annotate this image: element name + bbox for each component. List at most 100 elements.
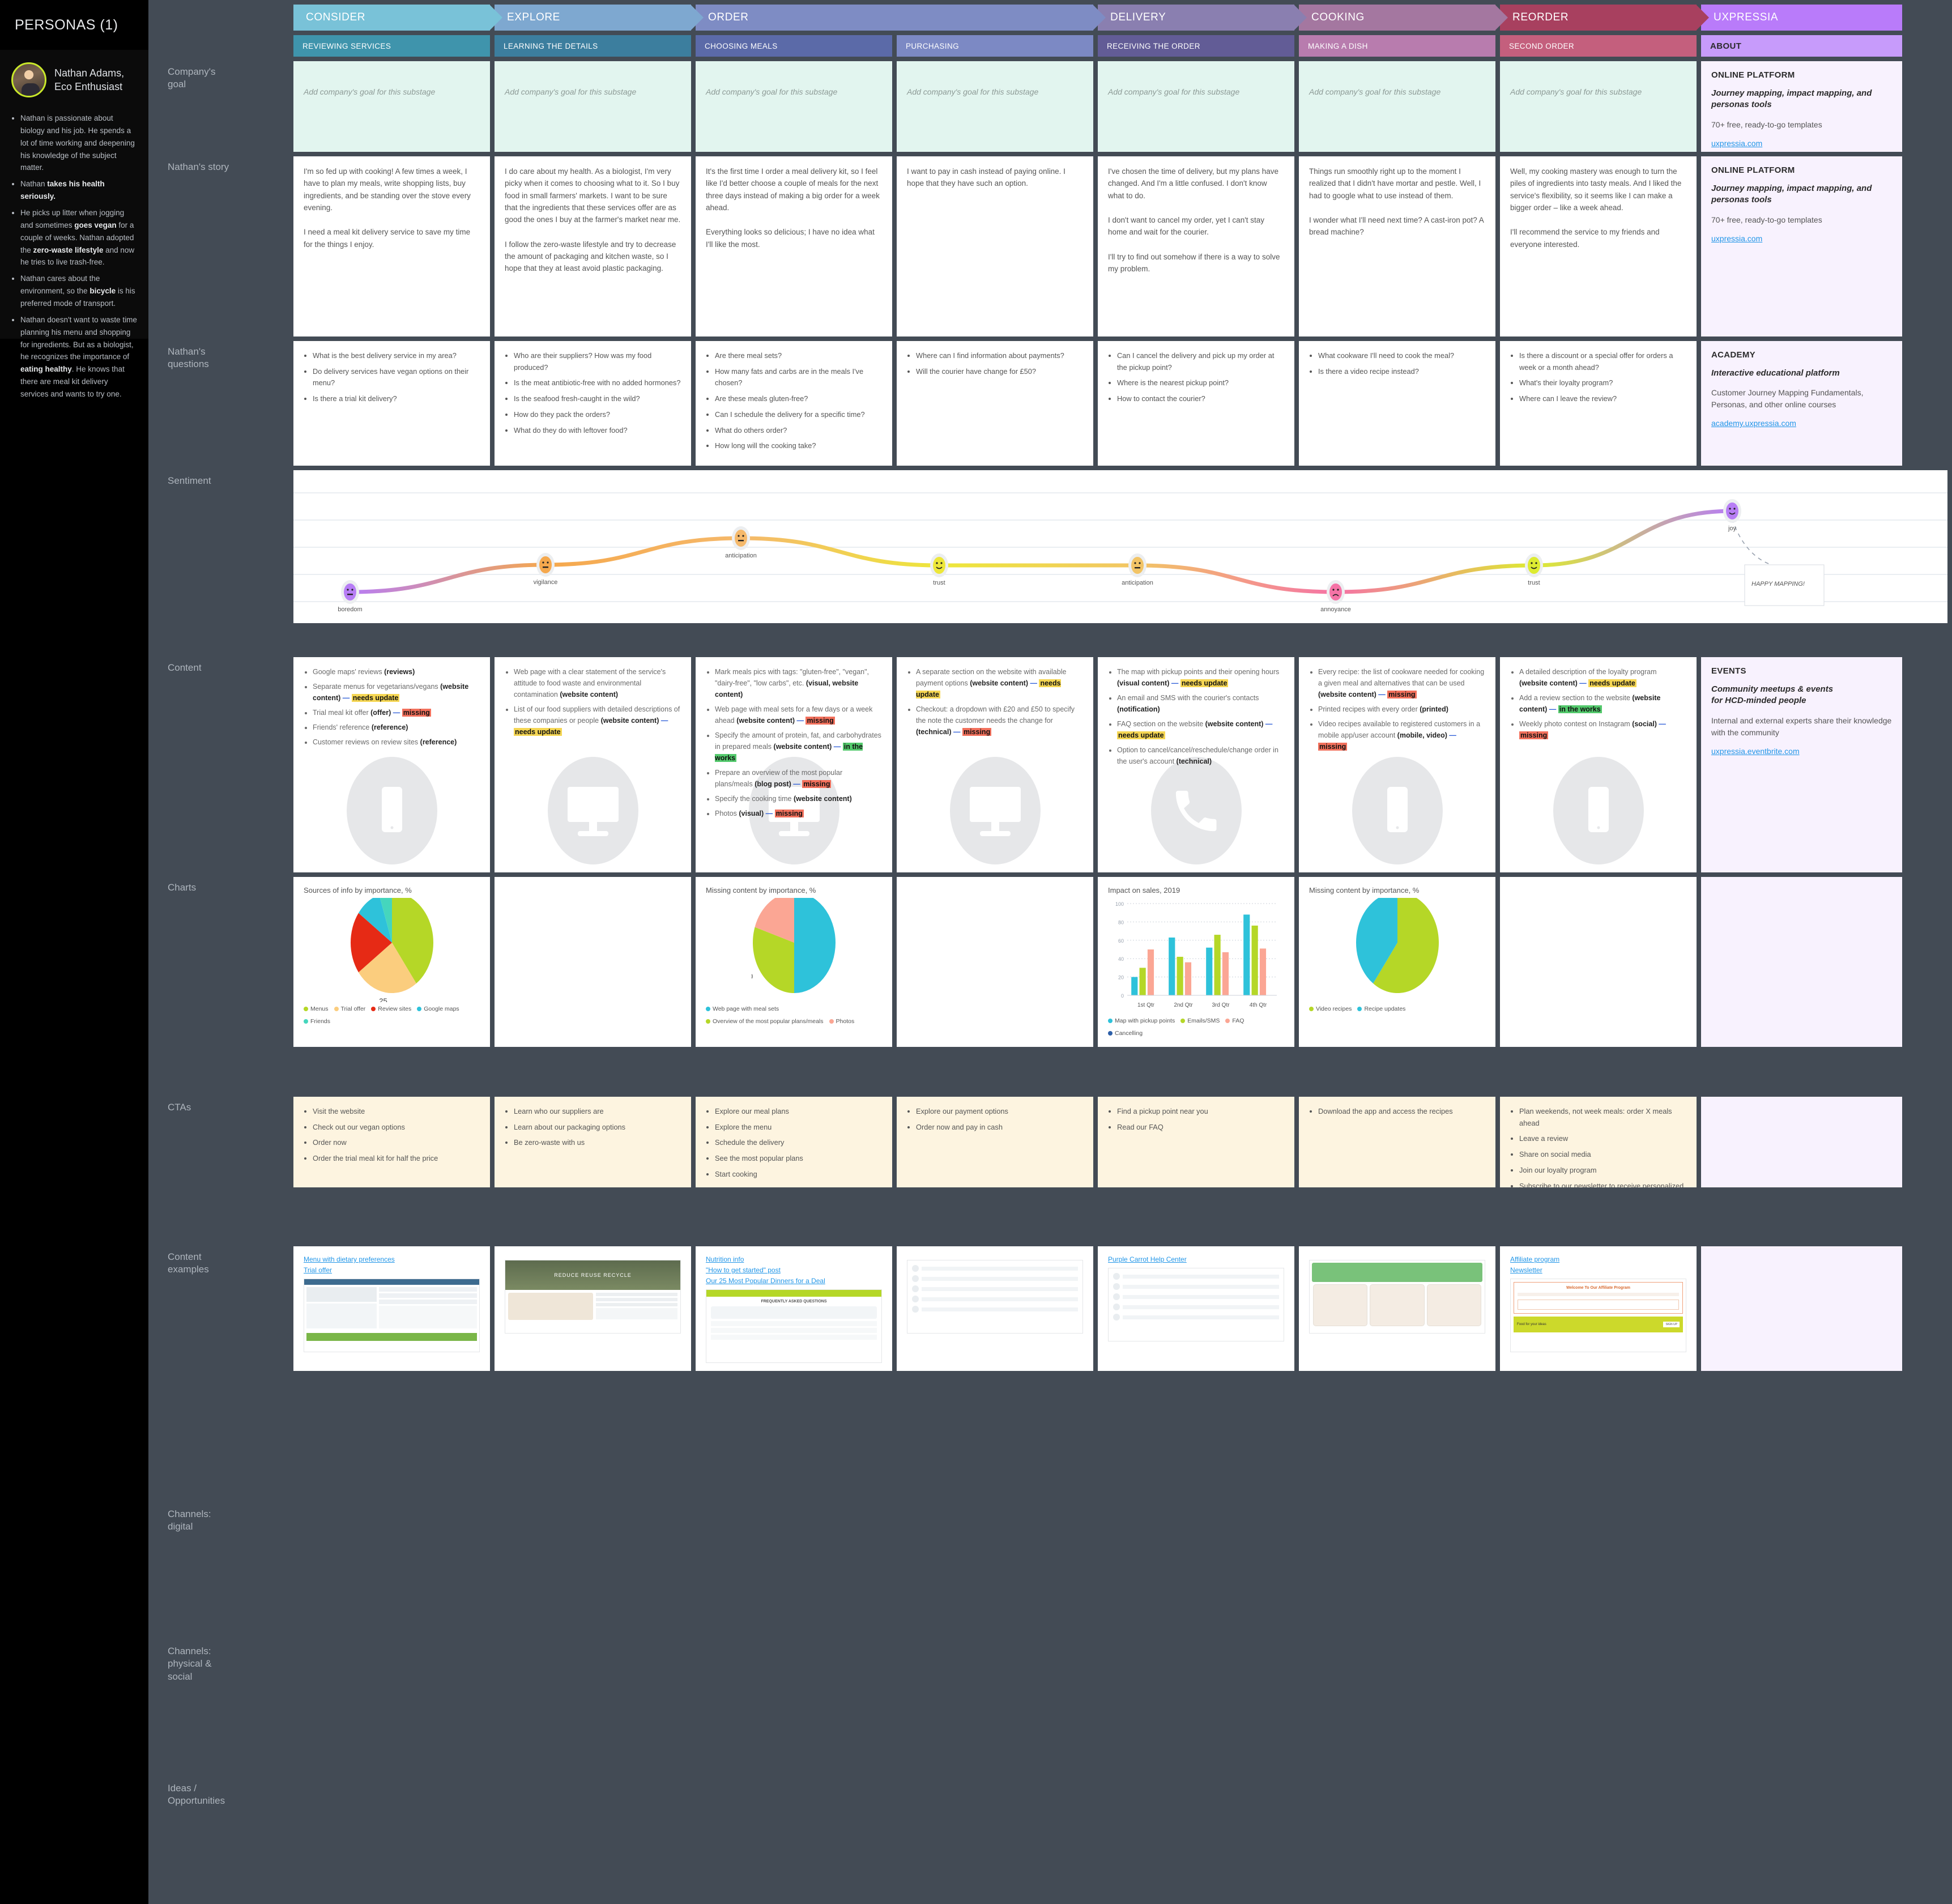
legend-item: Overview of the most popular plans/meals [706,1018,824,1025]
cta-cell[interactable]: Explore our meal plans Explore the menu Sc… [696,1097,892,1187]
stage-cooking[interactable]: COOKING [1299,5,1508,31]
question-item: How long will the cooking take? [715,440,882,452]
content-cell[interactable]: The map with pickup points and their ope… [1098,657,1294,872]
cta-cell[interactable]: Learn who our suppliers are Learn about o… [495,1097,691,1187]
story-cell[interactable]: I want to pay in cash instead of paying … [897,156,1093,336]
academy-link[interactable]: academy.uxpressia.com [1711,419,1796,428]
substage-0[interactable]: REVIEWING SERVICES [293,35,490,57]
questions-cell[interactable]: Where can I find information about payme… [897,341,1093,466]
persona-card[interactable]: Nathan Adams,Eco Enthusiast Nathan is pa… [0,50,148,398]
cta-item: Plan weekends, not week meals: order X m… [1519,1106,1686,1129]
example-link[interactable]: Our 25 Most Popular Dinners for a Deal [706,1277,882,1285]
content-example-cell[interactable]: Nutrition info "How to get started" post O… [696,1246,892,1371]
story-cell[interactable]: I'm so fed up with cooking! A few times … [293,156,490,336]
substage-2[interactable]: CHOOSING MEALS [696,35,892,57]
company-goal-cell[interactable]: Add company's goal for this substage [293,61,490,152]
content-cell[interactable]: A detailed description of the loyalty pr… [1500,657,1697,872]
example-link[interactable]: Trial offer [304,1266,480,1274]
content-item: Weekly photo contest on Instagram (socia… [1519,718,1686,741]
questions-cell[interactable]: Are there meal sets? How many fats and ca… [696,341,892,466]
story-paragraph: I wonder what I'll need next time? A cas… [1309,215,1484,237]
chevron-right-icon [1495,5,1508,31]
uxpressia-link[interactable]: uxpressia.com [1711,139,1762,148]
chart-cell[interactable]: Sources of info by importance, % 40252010… [293,877,490,1047]
content-example-cell[interactable] [897,1246,1093,1371]
substage-4[interactable]: RECEIVING THE ORDER [1098,35,1294,57]
questions-cell[interactable]: What cookware I'll need to cook the meal… [1299,341,1495,466]
content-cell[interactable]: Every recipe: the list of cookware neede… [1299,657,1495,872]
chart-cell[interactable]: Missing content by importance, % 503020 We… [696,877,892,1047]
substage-5[interactable]: MAKING A DISH [1299,35,1495,57]
story-cell[interactable]: I've chosen the time of delivery, but my… [1098,156,1294,336]
company-goal-cell[interactable]: Add company's goal for this substage [495,61,691,152]
content-example-cell[interactable]: REDUCE REUSE RECYCLE [495,1246,691,1371]
cta-cell[interactable]: Visit the website Check out our vegan opt… [293,1097,490,1187]
content-item: The map with pickup points and their ope… [1117,666,1284,689]
about-chart-cell [1701,877,1902,1047]
row-label: Nathan's story [168,161,229,172]
cta-cell[interactable]: Explore our payment options Order now and… [897,1097,1093,1187]
substage-3[interactable]: PURCHASING [897,35,1093,57]
company-goal-cell[interactable]: Add company's goal for this substage [897,61,1093,152]
content-item: A detailed description of the loyalty pr… [1519,666,1686,689]
stage-consider[interactable]: CONSIDER [293,5,502,31]
example-link[interactable]: "How to get started" post [706,1266,882,1274]
story-cell[interactable]: It's the first time I order a meal deliv… [696,156,892,336]
content-example-cell[interactable] [1299,1246,1495,1371]
story-cell[interactable]: Well, my cooking mastery was enough to t… [1500,156,1697,336]
substage-7[interactable]: ABOUT [1701,35,1902,57]
content-cell[interactable]: Web page with a clear statement of the s… [495,657,691,872]
company-goal-cell[interactable]: Add company's goal for this substage [1299,61,1495,152]
content-example-cell[interactable]: Affiliate program Newsletter Welcome To Ou… [1500,1246,1697,1371]
questions-cell[interactable]: Can I cancel the delivery and pick up my… [1098,341,1294,466]
story-cell[interactable]: Things run smoothly right up to the mome… [1299,156,1495,336]
avatar [11,62,46,97]
substage-label: REVIEWING SERVICES [302,41,391,50]
personas-title: PERSONAS (1) [15,16,118,33]
about-academy: ACADEMY Interactive educational platform C… [1701,341,1902,466]
content-cell[interactable]: Mark meals pics with tags: "gluten-free"… [696,657,892,872]
eventbrite-link[interactable]: uxpressia.eventbrite.com [1711,747,1800,756]
company-goal-cell[interactable]: Add company's goal for this substage [1098,61,1294,152]
content-example-cell[interactable]: Purple Carrot Help Center [1098,1246,1294,1371]
example-link[interactable]: Menu with dietary preferences [304,1255,480,1263]
example-link[interactable]: Nutrition info [706,1255,882,1263]
company-goal-placeholder: Add company's goal for this substage [1309,87,1441,96]
stage-explore[interactable]: EXPLORE [495,5,704,31]
substage-6[interactable]: SECOND ORDER [1500,35,1697,57]
substage-1[interactable]: LEARNING THE DETAILS [495,35,691,57]
chart-cell[interactable]: Missing content by importance, % 6040 Vide… [1299,877,1495,1047]
questions-cell[interactable]: What is the best delivery service in my … [293,341,490,466]
cta-cell[interactable]: Download the app and access the recipes [1299,1097,1495,1187]
chart-title: Missing content by importance, % [1309,886,1420,895]
example-link[interactable]: Affiliate program [1510,1255,1686,1263]
legend-item: Map with pickup points [1108,1017,1175,1024]
questions-cell[interactable]: Who are their suppliers? How was my food… [495,341,691,466]
content-cell[interactable]: A separate section on the website with a… [897,657,1093,872]
company-goal-cell[interactable]: Add company's goal for this substage [696,61,892,152]
company-goal-cell[interactable]: Add company's goal for this substage [1500,61,1697,152]
example-link[interactable]: Newsletter [1510,1266,1686,1274]
stage-order[interactable]: ORDER [696,5,1106,31]
cta-cell[interactable]: Find a pickup point near you Read our FAQ [1098,1097,1294,1187]
example-link[interactable]: Purple Carrot Help Center [1108,1255,1284,1263]
stage-label: EXPLORE [507,11,560,23]
story-cell[interactable]: I do care about my health. As a biologis… [495,156,691,336]
stage-delivery[interactable]: DELIVERY [1098,5,1307,31]
question-item: What cookware I'll need to cook the meal… [1318,350,1485,362]
svg-text:0: 0 [1121,993,1124,999]
uxpressia-link[interactable]: uxpressia.com [1711,234,1762,243]
content-example-cell[interactable]: Menu with dietary preferences Trial offer [293,1246,490,1371]
content-item: Specify the cooking time (website conten… [715,793,882,804]
question-item: What do others order? [715,425,882,437]
content-cell[interactable]: Google maps' reviews (reviews) Separate m… [293,657,490,872]
chart-cell[interactable]: Impact on sales, 2019 0 20 40 60 80 100 1st Qtr… [1098,877,1294,1047]
cta-cell[interactable]: Plan weekends, not week meals: order X m… [1500,1097,1697,1187]
svg-text:20: 20 [1118,975,1124,981]
stage-uxpressia[interactable]: UXPRESSIA [1701,5,1902,31]
question-item: Can I schedule the delivery for a specif… [715,409,882,421]
questions-cell[interactable]: Is there a discount or a special offer f… [1500,341,1697,466]
stage-reorder[interactable]: REORDER [1500,5,1709,31]
svg-text:joy: joy [1728,525,1737,532]
persona-bullet: Nathan takes his health seriously. [20,178,137,203]
